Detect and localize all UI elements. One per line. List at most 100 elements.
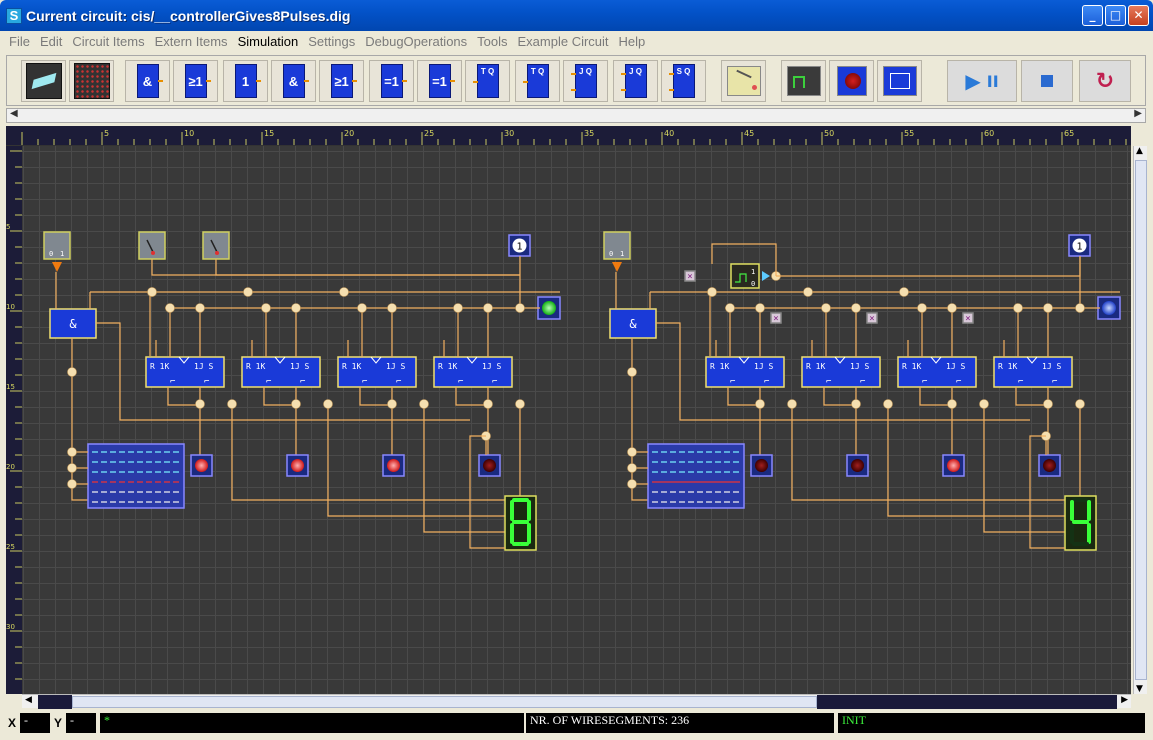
wire-node <box>707 287 717 297</box>
wire-node <box>627 479 637 489</box>
wire-node <box>803 287 813 297</box>
stop-button[interactable] <box>1021 60 1073 102</box>
horizontal-scrollbar[interactable]: ◀ ▶ <box>22 694 1131 709</box>
t-flipflop-edge-icon: T Q <box>522 64 549 98</box>
flipflop-label-right: 1J S <box>194 362 213 371</box>
pulse-label: 0 <box>751 280 755 288</box>
flipflop-label-right: 1J S <box>482 362 501 371</box>
modified-indicator: * <box>100 713 524 733</box>
xor-gate-button[interactable]: =1 <box>369 60 414 102</box>
t-flipflop-edge-button[interactable]: T Q <box>515 60 560 102</box>
pulse-button[interactable] <box>781 60 826 102</box>
wire-node <box>291 399 301 409</box>
wire-tool-button[interactable] <box>69 60 114 102</box>
stop-icon <box>1041 75 1053 87</box>
wire-node <box>291 303 301 313</box>
wire <box>167 387 200 406</box>
close-button[interactable]: ✕ <box>1128 5 1149 26</box>
menu-circuit-items[interactable]: Circuit Items <box>67 34 149 49</box>
circuit-diagram[interactable]: 0 1&1R 1K 1J S⌐ ⌐R 1K 1J S⌐ ⌐R 1K 1J S⌐ ⌐R 1K 1J… <box>22 146 1131 694</box>
scroll-down-icon[interactable]: ▼ <box>1136 684 1143 694</box>
jk-flipflop-button[interactable]: J Q <box>563 60 608 102</box>
menu-settings[interactable]: Settings <box>303 34 360 49</box>
sr-flipflop-icon: S Q <box>668 64 695 98</box>
wire-node <box>195 399 205 409</box>
vertical-ruler: 5 10 15 20 25 30 <box>6 146 22 694</box>
menu-debug-operations[interactable]: DebugOperations <box>360 34 472 49</box>
scroll-left-icon[interactable]: ◀ <box>25 695 32 705</box>
xnor-gate-icon: =1 <box>428 64 455 98</box>
arrow-icon <box>762 271 770 281</box>
select-tool-button[interactable] <box>21 60 66 102</box>
wire-node <box>243 287 253 297</box>
flipflop-label-right: 1J S <box>946 362 965 371</box>
flipflop-mark: ⌐ <box>764 377 769 387</box>
switch-pin <box>215 251 219 255</box>
wire-node <box>195 303 205 313</box>
ruler-label: 55 <box>904 129 914 138</box>
flipflop-mark: ⌐ <box>492 377 497 387</box>
menu-file[interactable]: File <box>4 34 35 49</box>
reset-button[interactable]: ↻ <box>1079 60 1131 102</box>
t-flipflop-button[interactable]: T Q <box>465 60 510 102</box>
subcircuit-button[interactable] <box>877 60 922 102</box>
menu-help[interactable]: Help <box>614 34 651 49</box>
jk-flipflop-edge-button[interactable]: J Q <box>613 60 658 102</box>
vertical-scrollbar[interactable]: ▲ ▼ <box>1133 146 1147 694</box>
pulse-label: 1 <box>751 268 755 276</box>
scroll-right-icon[interactable]: ▶ <box>1121 695 1128 705</box>
ruler-label: 20 <box>344 129 354 138</box>
menu-extern-items[interactable]: Extern Items <box>150 34 233 49</box>
toggle-switch <box>202 231 230 260</box>
vertical-scroll-thumb[interactable] <box>1135 160 1147 680</box>
menu-edit[interactable]: Edit <box>35 34 67 49</box>
ruler-label: 5 <box>6 223 10 231</box>
wire <box>215 259 520 276</box>
and-gate-button[interactable]: & <box>125 60 170 102</box>
menu-simulation[interactable]: Simulation <box>233 34 304 49</box>
flipflop-mark: ⌐ <box>860 377 865 387</box>
or-gate-button[interactable]: ≥1 <box>173 60 218 102</box>
toolbar-scroll-strip[interactable]: ◀ ▶ <box>6 108 1146 123</box>
x-value: - <box>20 713 50 733</box>
menu-example-circuit[interactable]: Example Circuit <box>513 34 614 49</box>
maximize-button[interactable]: □ <box>1105 5 1126 26</box>
sr-flipflop-button[interactable]: S Q <box>661 60 706 102</box>
wire <box>919 387 952 406</box>
nand-gate-button[interactable]: & <box>271 60 316 102</box>
flipflop-mark: ⌐ <box>826 377 831 387</box>
nor-gate-button[interactable]: ≥1 <box>319 60 364 102</box>
flipflop-mark: ⌐ <box>1052 377 1057 387</box>
wire <box>1015 387 1048 406</box>
wire-node <box>147 287 157 297</box>
circuit-canvas[interactable]: 0 1 & 1 R 1K 1J S ⌐ ⌐ R 1K 1J S ⌐ ⌐ R 1K 1J S ⌐ ⌐ R 1K 1J… <box>22 146 1131 694</box>
constant-one-label: 1 <box>516 242 522 253</box>
scroll-track-left <box>38 695 72 709</box>
buffer-gate-button[interactable]: 1 <box>223 60 268 102</box>
wire-node <box>627 367 637 377</box>
wire-node <box>453 303 463 313</box>
wire <box>263 387 296 406</box>
pulse-icon <box>786 66 821 96</box>
switch-button[interactable] <box>721 60 766 102</box>
run-pause-button[interactable]: ▶ II <box>947 60 1017 102</box>
wire-node <box>165 303 175 313</box>
xnor-gate-button[interactable]: =1 <box>417 60 462 102</box>
ruler-label: 65 <box>1064 129 1074 138</box>
scroll-right-icon[interactable]: ▶ <box>1134 108 1142 119</box>
x-label: X <box>8 716 17 730</box>
horizontal-scroll-thumb[interactable] <box>72 696 817 708</box>
menu-tools[interactable]: Tools <box>472 34 512 49</box>
wire-node <box>755 399 765 409</box>
wire-node <box>67 447 77 457</box>
switch-label: 1 <box>620 250 624 258</box>
app-icon: S <box>6 7 22 24</box>
wire <box>151 259 520 276</box>
led-button[interactable] <box>829 60 874 102</box>
scroll-up-icon[interactable]: ▲ <box>1136 146 1143 156</box>
scroll-left-icon[interactable]: ◀ <box>10 108 18 119</box>
probe-icon: × <box>869 314 874 324</box>
wire-node <box>323 399 333 409</box>
wire-node <box>387 399 397 409</box>
minimize-button[interactable]: _ <box>1082 5 1103 26</box>
